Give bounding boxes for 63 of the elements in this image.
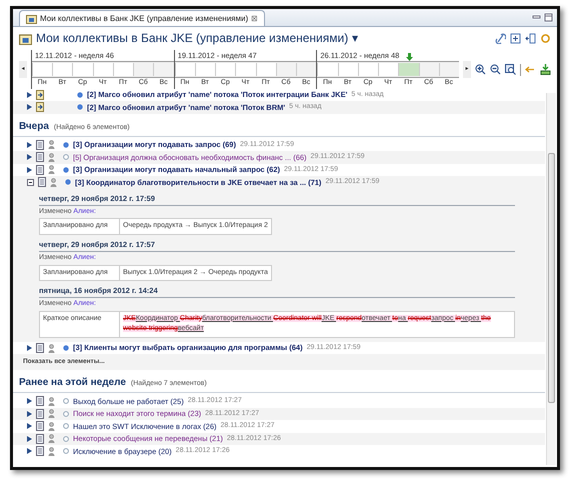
collapse-icon[interactable] bbox=[27, 178, 34, 186]
expand-arrow-icon[interactable] bbox=[27, 436, 32, 442]
person-icon bbox=[48, 152, 55, 162]
zoom-in-icon[interactable] bbox=[475, 64, 486, 75]
day-cell[interactable] bbox=[52, 63, 72, 76]
day-cell[interactable] bbox=[296, 63, 316, 76]
expand-arrow-icon[interactable] bbox=[27, 345, 32, 351]
person-icon bbox=[48, 422, 55, 431]
day-cell[interactable] bbox=[438, 63, 459, 76]
person-icon bbox=[48, 165, 55, 174]
person-icon bbox=[48, 434, 55, 444]
expand-arrow-icon[interactable] bbox=[27, 166, 32, 173]
day-cell[interactable] bbox=[235, 63, 256, 76]
day-cell[interactable] bbox=[32, 63, 52, 76]
day-cell[interactable] bbox=[378, 63, 398, 76]
folder-icon bbox=[26, 13, 37, 24]
download-icon[interactable] bbox=[540, 64, 551, 75]
day-cell[interactable] bbox=[174, 63, 195, 76]
person-icon bbox=[50, 178, 57, 187]
view-title: Мои коллективы в Банк JKE (управление изменениями) bbox=[36, 30, 348, 47]
person-icon bbox=[48, 344, 55, 352]
arrow-left-icon[interactable] bbox=[525, 64, 536, 75]
day-cell[interactable] bbox=[153, 63, 174, 76]
day-cell[interactable] bbox=[418, 63, 439, 76]
maximize-icon[interactable] bbox=[544, 13, 553, 22]
change-event-icon bbox=[36, 90, 45, 100]
day-cell[interactable] bbox=[92, 63, 113, 76]
expand-arrow-icon[interactable] bbox=[27, 448, 32, 454]
document-icon bbox=[36, 396, 44, 406]
status-dot-icon bbox=[77, 104, 83, 110]
person-icon bbox=[48, 446, 55, 456]
zoom-fit-icon[interactable] bbox=[505, 64, 516, 75]
collapse-panel-icon[interactable] bbox=[525, 32, 536, 44]
expand-arrow-icon[interactable] bbox=[27, 142, 32, 148]
day-cell[interactable] bbox=[194, 63, 216, 76]
scrollbar[interactable] bbox=[546, 92, 556, 465]
status-dot-icon bbox=[77, 92, 83, 98]
expand-arrow-icon[interactable] bbox=[27, 423, 32, 430]
view-tab[interactable]: Мои коллективы в Банк JKE (управление изменениями) ⊠ bbox=[19, 10, 266, 26]
person-icon bbox=[48, 409, 55, 418]
day-cell[interactable] bbox=[215, 63, 236, 76]
day-cell[interactable] bbox=[112, 63, 134, 76]
day-cell[interactable] bbox=[317, 63, 338, 76]
section-title[interactable]: Ранее на этой неделе bbox=[19, 375, 126, 390]
day-cell[interactable] bbox=[358, 63, 378, 76]
expand-arrow-icon[interactable] bbox=[27, 398, 32, 404]
folder-icon bbox=[19, 32, 32, 44]
close-button[interactable]: ⊠ bbox=[251, 12, 258, 24]
menu-caret[interactable]: ▾ bbox=[352, 29, 358, 47]
day-cell[interactable] bbox=[338, 63, 358, 76]
expand-arrow-icon[interactable] bbox=[27, 410, 32, 417]
section-title[interactable]: Вчера bbox=[19, 118, 49, 134]
day-cell[interactable] bbox=[276, 63, 296, 76]
expand-icon[interactable] bbox=[510, 32, 521, 44]
expand-arrow-icon[interactable] bbox=[27, 154, 32, 160]
day-cell[interactable] bbox=[256, 63, 276, 76]
zoom-out-icon[interactable] bbox=[490, 64, 501, 75]
arrow-down-icon bbox=[406, 53, 413, 61]
change-event-icon bbox=[36, 102, 45, 112]
person-icon bbox=[48, 140, 55, 150]
person-icon bbox=[48, 396, 55, 406]
day-cell[interactable] bbox=[72, 63, 93, 76]
day-cell[interactable] bbox=[133, 63, 154, 76]
